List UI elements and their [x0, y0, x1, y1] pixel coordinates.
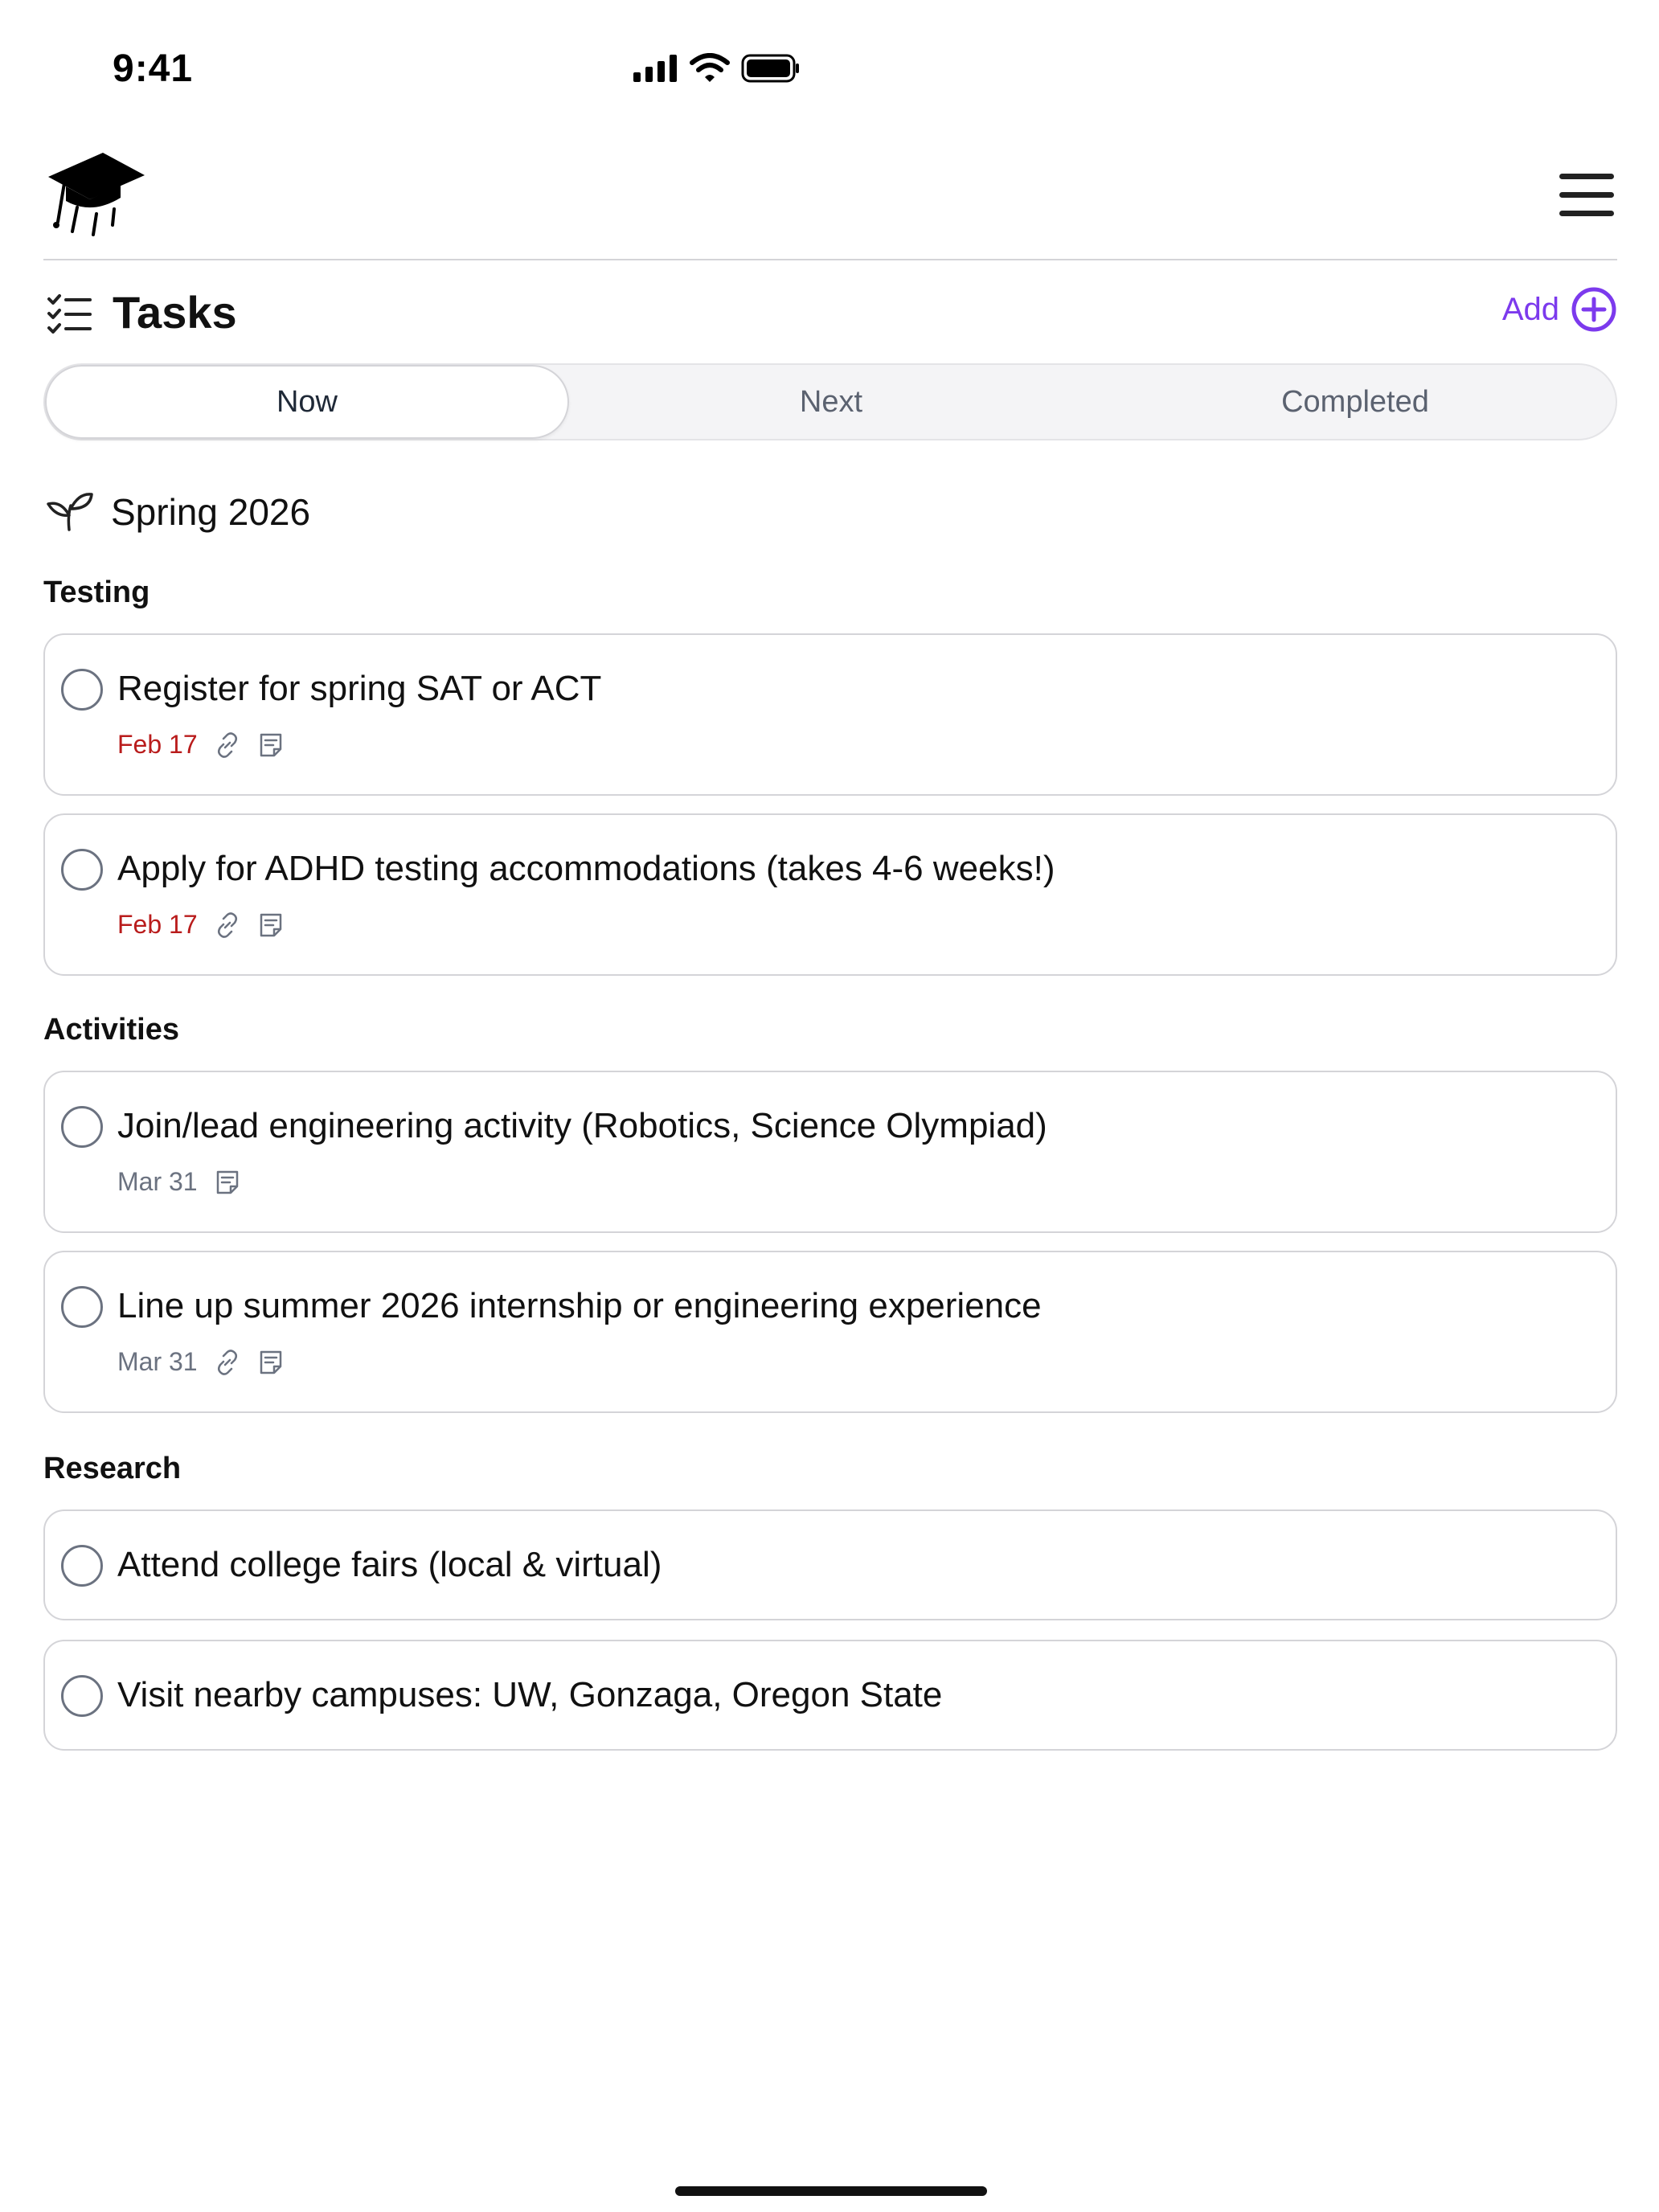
- task-title: Apply for ADHD testing accommodations (t…: [117, 849, 1055, 888]
- link-icon: [217, 1349, 237, 1375]
- task-checkbox[interactable]: [61, 1675, 103, 1717]
- status-bar: 9:41: [0, 0, 830, 137]
- task-title: Register for spring SAT or ACT: [117, 669, 602, 708]
- task-meta: Feb 17: [117, 910, 285, 940]
- task-card[interactable]: Attend college fairs (local & virtual): [43, 1509, 1617, 1620]
- task-card[interactable]: Register for spring SAT or ACT Feb 17: [43, 633, 1617, 796]
- app-screen: 9:41 Tasks Add Now Next Completed Spring…: [0, 0, 1659, 2212]
- task-due-date: Feb 17: [117, 730, 198, 759]
- tab-next[interactable]: Next: [569, 365, 1093, 439]
- wifi-icon: [690, 53, 730, 82]
- sprout-icon: [47, 493, 93, 531]
- task-filter-tabs: Now Next Completed: [43, 363, 1617, 440]
- season-title: Spring 2026: [111, 491, 311, 533]
- plus-circle-icon: [1571, 287, 1616, 332]
- add-task-button[interactable]: Add: [1502, 286, 1617, 333]
- tab-completed[interactable]: Completed: [1093, 365, 1617, 439]
- note-icon: [260, 1350, 281, 1374]
- task-title: Line up summer 2026 internship or engine…: [117, 1286, 1042, 1325]
- task-checkbox[interactable]: [61, 669, 103, 711]
- page-title-row: Tasks Add: [43, 281, 1617, 346]
- status-icons: [633, 53, 801, 84]
- task-due-date: Feb 17: [117, 910, 198, 939]
- task-card[interactable]: Visit nearby campuses: UW, Gonzaga, Oreg…: [43, 1640, 1617, 1751]
- link-icon: [217, 731, 237, 758]
- app-header: [43, 145, 1617, 257]
- task-due-date: Mar 31: [117, 1167, 198, 1196]
- page-title: Tasks: [113, 287, 237, 338]
- cellular-signal-icon: [633, 55, 677, 82]
- task-meta: Feb 17: [117, 730, 285, 760]
- season-header: Spring 2026: [43, 484, 310, 540]
- status-time: 9:41: [113, 47, 194, 90]
- checklist-icon: [47, 294, 92, 334]
- home-indicator[interactable]: [675, 2186, 987, 2196]
- link-icon: [217, 911, 237, 938]
- add-button-label: Add: [1501, 291, 1559, 327]
- task-title: Attend college fairs (local & virtual): [117, 1545, 662, 1584]
- battery-icon: [741, 54, 799, 83]
- task-meta: Mar 31: [117, 1347, 285, 1377]
- header-divider: [43, 259, 1617, 260]
- hamburger-menu-icon[interactable]: [1556, 170, 1617, 219]
- task-checkbox[interactable]: [61, 849, 103, 891]
- section-title-activities: Activities: [43, 1013, 179, 1047]
- task-meta: Mar 31: [117, 1167, 241, 1197]
- task-due-date: Mar 31: [117, 1347, 198, 1376]
- task-card[interactable]: Line up summer 2026 internship or engine…: [43, 1251, 1617, 1413]
- note-icon: [260, 733, 281, 756]
- note-icon: [216, 1170, 238, 1194]
- section-title-testing: Testing: [43, 576, 150, 609]
- task-checkbox[interactable]: [61, 1545, 103, 1587]
- section-title-research: Research: [43, 1452, 182, 1485]
- tab-now[interactable]: Now: [45, 365, 569, 439]
- task-card[interactable]: Join/lead engineering activity (Robotics…: [43, 1071, 1617, 1233]
- task-title: Join/lead engineering activity (Robotics…: [117, 1106, 1047, 1145]
- task-checkbox[interactable]: [61, 1286, 103, 1328]
- task-title: Visit nearby campuses: UW, Gonzaga, Oreg…: [117, 1675, 943, 1714]
- task-checkbox[interactable]: [61, 1106, 103, 1148]
- graduation-cap-icon[interactable]: [43, 145, 148, 240]
- note-icon: [260, 913, 281, 936]
- task-card[interactable]: Apply for ADHD testing accommodations (t…: [43, 813, 1617, 976]
